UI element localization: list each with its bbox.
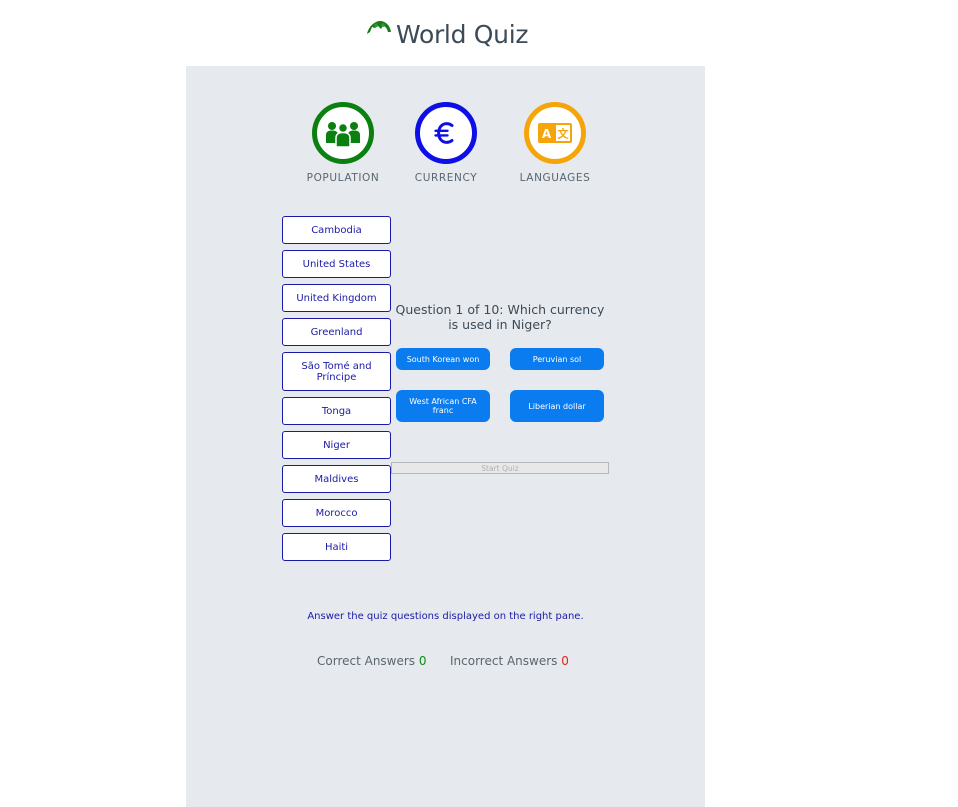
country-button-niger[interactable]: Niger	[282, 431, 391, 459]
category-currency[interactable]: CURRENCY	[396, 102, 496, 184]
instruction-text: Answer the quiz questions displayed on t…	[307, 611, 584, 622]
incorrect-answers-count: 0	[561, 654, 569, 668]
svg-text:文: 文	[558, 127, 570, 141]
quiz-question: Question 1 of 10: Which currency is used…	[395, 302, 605, 332]
category-languages-label: LANGUAGES	[519, 172, 591, 184]
globe-icon	[367, 21, 391, 34]
country-button-haiti[interactable]: Haiti	[282, 533, 391, 561]
correct-answers-label: Correct Answers	[317, 654, 416, 668]
country-button-united-states[interactable]: United States	[282, 250, 391, 278]
logo[interactable]: World Quiz	[366, 16, 528, 52]
category-population-circle[interactable]	[312, 102, 374, 164]
euro-icon	[434, 122, 454, 144]
category-currency-label: CURRENCY	[414, 172, 478, 184]
correct-answers-count: 0	[418, 654, 427, 668]
incorrect-answers: Incorrect Answers 0	[450, 654, 569, 668]
country-button-sao-tome-and-principe[interactable]: São Tomé and Príncipe	[282, 352, 391, 391]
quiz-panel: POPULATION CURRENCY A 文 LANGUAGES Cambod…	[186, 66, 705, 807]
category-languages[interactable]: A 文 LANGUAGES	[505, 102, 605, 184]
category-population[interactable]: POPULATION	[293, 102, 393, 184]
svg-text:A: A	[542, 127, 552, 141]
country-button-tonga[interactable]: Tonga	[282, 397, 391, 425]
answer-button-1[interactable]: South Korean won	[396, 348, 490, 370]
country-button-cambodia[interactable]: Cambodia	[282, 216, 391, 244]
country-button-morocco[interactable]: Morocco	[282, 499, 391, 527]
app-title: World Quiz	[396, 19, 529, 49]
header: World Quiz	[0, 0, 958, 66]
answer-button-4[interactable]: Liberian dollar	[510, 390, 604, 422]
country-button-united-kingdom[interactable]: United Kingdom	[282, 284, 391, 312]
answer-button-2[interactable]: Peruvian sol	[510, 348, 604, 370]
category-currency-circle[interactable]	[415, 102, 477, 164]
start-quiz-button[interactable]: Start Quiz	[391, 462, 609, 474]
incorrect-answers-label: Incorrect Answers	[450, 654, 558, 668]
category-population-label: POPULATION	[306, 172, 380, 184]
country-button-maldives[interactable]: Maldives	[282, 465, 391, 493]
country-button-greenland[interactable]: Greenland	[282, 318, 391, 346]
people-icon	[326, 122, 360, 148]
correct-answers: Correct Answers 0	[317, 654, 427, 668]
category-languages-circle[interactable]: A 文	[524, 102, 586, 164]
country-list: Cambodia United States United Kingdom Gr…	[282, 216, 391, 567]
translate-icon: A 文	[538, 123, 572, 143]
answer-button-3[interactable]: West African CFA franc	[396, 390, 490, 422]
